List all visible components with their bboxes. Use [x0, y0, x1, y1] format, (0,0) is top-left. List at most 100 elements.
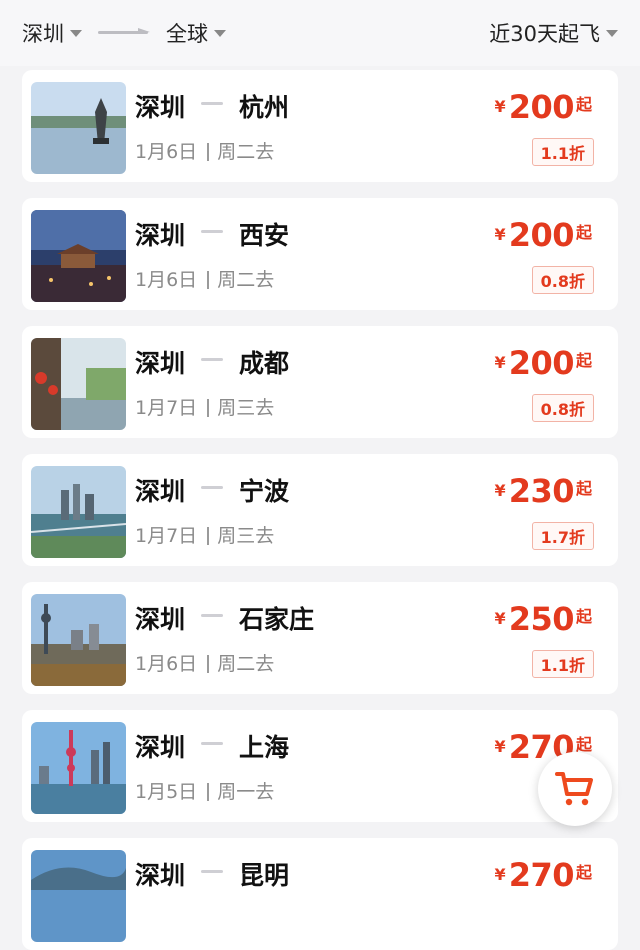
date-separator [207, 270, 210, 289]
route-dash [201, 101, 224, 105]
route-title: 深圳 昆明 [135, 856, 289, 892]
destination-label: 全球 [166, 22, 208, 46]
departure-date: 1月6日 周二去 [135, 649, 274, 676]
date-value: 1月6日 [135, 269, 198, 291]
price: ¥270 起 [495, 856, 592, 894]
route-from: 深圳 [135, 605, 186, 634]
shopping-cart-button[interactable] [538, 752, 612, 826]
discount-badge: 1.1折 [531, 650, 594, 678]
destination-photo [31, 82, 126, 174]
date-separator [207, 398, 210, 417]
departure-date: 1月6日 周二去 [135, 265, 274, 292]
route-to: 昆明 [239, 861, 290, 890]
price-value: 250 [508, 600, 575, 638]
route-dash [201, 869, 224, 873]
departure-date: 1月6日 周二去 [135, 137, 274, 164]
route-dash [201, 229, 224, 233]
triangle-down-icon [606, 29, 618, 37]
price: ¥230 起 [495, 472, 592, 510]
currency-symbol: ¥ [494, 353, 506, 372]
route-from: 深圳 [135, 93, 186, 122]
date-value: 1月5日 [135, 781, 198, 803]
date-separator [207, 142, 210, 161]
departure-date: 1月7日 周三去 [135, 521, 274, 548]
route-from: 深圳 [135, 221, 186, 250]
route-dash [201, 485, 224, 489]
currency-symbol: ¥ [494, 865, 506, 884]
route-to: 杭州 [239, 93, 290, 122]
departure-date: 1月7日 周三去 [135, 393, 274, 420]
route-arrow-icon [98, 28, 150, 34]
flight-card[interactable]: 深圳 宁波 1月7日 周三去 ¥230 起 1.7折 [22, 454, 618, 566]
destination-selector[interactable]: 全球 [166, 18, 226, 48]
discount-badge: 0.8折 [531, 394, 594, 422]
route-title: 深圳 西安 [135, 216, 289, 252]
route-dash [201, 741, 224, 745]
price-value: 200 [508, 216, 575, 254]
price: ¥200 起 [495, 88, 592, 126]
destination-photo [31, 850, 126, 942]
route-title: 深圳 成都 [135, 344, 289, 380]
price-value: 200 [508, 88, 575, 126]
destination-photo [31, 466, 126, 558]
flight-card[interactable]: 深圳 昆明 ¥270 起 [22, 838, 618, 950]
discount-badge: 1.7折 [531, 522, 594, 550]
flight-card[interactable]: 深圳 成都 1月7日 周三去 ¥200 起 0.8折 [22, 326, 618, 438]
price-value: 230 [508, 472, 575, 510]
route-from: 深圳 [135, 477, 186, 506]
currency-symbol: ¥ [494, 737, 506, 756]
date-range-label: 近30天起飞 [489, 22, 600, 46]
route-to: 石家庄 [239, 605, 315, 634]
date-separator [207, 782, 210, 801]
destination-photo [31, 722, 126, 814]
route-to: 成都 [239, 349, 290, 378]
price-suffix: 起 [575, 351, 592, 370]
date-separator [207, 526, 210, 545]
route-dash [201, 357, 224, 361]
date-value: 1月7日 [135, 397, 198, 419]
price-suffix: 起 [575, 863, 592, 882]
date-value: 1月7日 [135, 525, 198, 547]
route-title: 深圳 宁波 [135, 472, 289, 508]
top-filter-bar: 深圳 全球 近30天起飞 [0, 0, 640, 66]
route-from: 深圳 [135, 733, 186, 762]
destination-photo [31, 338, 126, 430]
currency-symbol: ¥ [494, 609, 506, 628]
origin-label: 深圳 [22, 22, 64, 46]
flight-list: 深圳 杭州 1月6日 周二去 ¥200 起 1.1折 深圳 西安 1月6日 周二去 ¥20… [0, 0, 640, 950]
origin-selector[interactable]: 深圳 [22, 18, 82, 48]
date-value: 1月6日 [135, 653, 198, 675]
weekday-value: 周三去 [217, 397, 275, 419]
currency-symbol: ¥ [494, 225, 506, 244]
price-value: 270 [508, 856, 575, 894]
destination-photo [31, 594, 126, 686]
price-suffix: 起 [575, 607, 592, 626]
currency-symbol: ¥ [494, 97, 506, 116]
triangle-down-icon [214, 29, 226, 37]
flight-card[interactable]: 深圳 西安 1月6日 周二去 ¥200 起 0.8折 [22, 198, 618, 310]
discount-badge: 1.1折 [531, 138, 594, 166]
price: ¥200 起 [495, 216, 592, 254]
route-title: 深圳 石家庄 [135, 600, 314, 636]
route-dash [201, 613, 224, 617]
currency-symbol: ¥ [494, 481, 506, 500]
destination-photo [31, 210, 126, 302]
price-suffix: 起 [575, 479, 592, 498]
flight-card[interactable]: 深圳 杭州 1月6日 周二去 ¥200 起 1.1折 [22, 70, 618, 182]
date-value: 1月6日 [135, 141, 198, 163]
route-from: 深圳 [135, 861, 186, 890]
departure-date: 1月5日 周一去 [135, 777, 274, 804]
route-to: 宁波 [239, 477, 290, 506]
route-title: 深圳 杭州 [135, 88, 289, 124]
weekday-value: 周一去 [217, 781, 275, 803]
shopping-cart-icon [555, 772, 593, 806]
flight-card[interactable]: 深圳 上海 1月5日 周一去 ¥270 起 [22, 710, 618, 822]
price-value: 200 [508, 344, 575, 382]
weekday-value: 周二去 [217, 269, 275, 291]
price: ¥250 起 [495, 600, 592, 638]
flight-card[interactable]: 深圳 石家庄 1月6日 周二去 ¥250 起 1.1折 [22, 582, 618, 694]
route-to: 西安 [239, 221, 290, 250]
weekday-value: 周二去 [217, 653, 275, 675]
route-from: 深圳 [135, 349, 186, 378]
date-range-selector[interactable]: 近30天起飞 [489, 18, 618, 48]
